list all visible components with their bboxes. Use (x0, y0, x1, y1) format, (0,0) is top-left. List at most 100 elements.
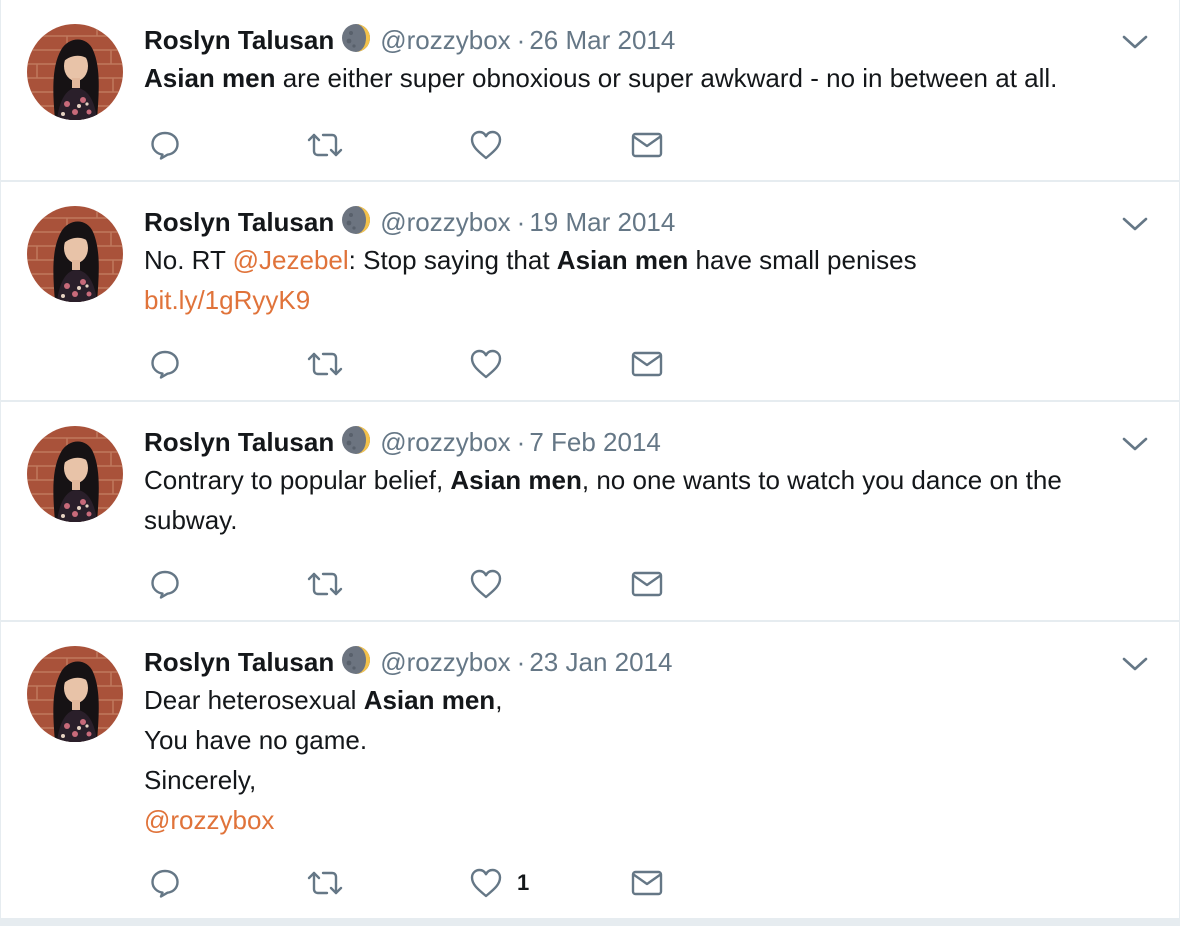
highlighted-text: Asian men (144, 63, 276, 93)
chevron-down-icon[interactable] (1121, 214, 1149, 234)
avatar[interactable] (27, 206, 123, 302)
tweet-actions: 1 (144, 863, 744, 903)
chevron-down-icon[interactable] (1121, 434, 1149, 454)
retweet-icon (306, 348, 344, 380)
tweet-timestamp[interactable]: 23 Jan 2014 (529, 647, 672, 677)
tweet-header: Roslyn Talusan @rozzybox · 26 Mar 2014 (144, 22, 1149, 58)
direct-message-button[interactable] (630, 564, 664, 604)
tweet-content: Roslyn Talusan @rozzybox · 26 Mar 2014 Asia… (144, 22, 1149, 98)
heart-icon (469, 568, 503, 600)
direct-message-button[interactable] (630, 344, 664, 384)
tweet-text: , (495, 685, 503, 715)
tweet-text: have small penises (688, 245, 917, 275)
tweet-timestamp[interactable]: 7 Feb 2014 (529, 427, 661, 457)
tweet-text: subway. (144, 505, 238, 535)
like-button[interactable] (469, 125, 503, 165)
author-handle[interactable]: @rozzybox (380, 207, 510, 237)
tweet-link[interactable]: bit.ly/1gRyyK9 (144, 285, 310, 315)
reply-button[interactable] (149, 863, 181, 903)
tweet-link[interactable]: @rozzybox (144, 805, 274, 835)
reply-bubble-icon (149, 867, 181, 899)
tweet-text: are either super obnoxious or super awkw… (275, 63, 1058, 93)
chevron-down-icon[interactable] (1121, 654, 1149, 674)
direct-message-button[interactable] (630, 863, 664, 903)
tweet-timestamp[interactable]: 19 Mar 2014 (529, 207, 675, 237)
tweet-text: , no one wants to watch you dance on the (581, 465, 1062, 495)
reply-button[interactable] (149, 564, 181, 604)
header-separator: · (516, 207, 526, 237)
reply-bubble-icon (149, 129, 181, 161)
envelope-icon (630, 348, 664, 380)
tweet-text: Dear heterosexual (144, 685, 364, 715)
tweet-text: No. RT (144, 245, 233, 275)
highlighted-text: Asian men (363, 685, 496, 715)
tweet-text: : Stop saying that (348, 245, 557, 275)
reply-button[interactable] (149, 125, 181, 165)
tweet-text-line: No. RT @Jezebel: Stop saying that Asian … (144, 240, 1149, 280)
envelope-icon (630, 867, 664, 899)
heart-icon (469, 867, 503, 899)
retweet-icon (306, 129, 344, 161)
crescent-moon-icon (340, 644, 372, 676)
envelope-icon (630, 129, 664, 161)
crescent-moon-icon (340, 204, 372, 236)
like-button[interactable] (469, 344, 503, 384)
retweet-icon (306, 568, 344, 600)
timeline-bottom-divider (1, 920, 1179, 926)
tweet-content: Roslyn Talusan @rozzybox · 23 Jan 2014 Dear… (144, 644, 1149, 840)
crescent-moon-icon (340, 22, 372, 54)
tweet-text-line: Contrary to popular belief, Asian men, n… (144, 460, 1149, 500)
heart-icon (469, 348, 503, 380)
tweet-text-line: You have no game. (144, 720, 1149, 760)
crescent-moon-icon (340, 424, 372, 456)
reply-button[interactable] (149, 344, 181, 384)
like-count: 1 (517, 870, 530, 895)
like-button[interactable] (469, 564, 503, 604)
tweet-text-line: Asian men are either super obnoxious or … (144, 58, 1149, 98)
reply-bubble-icon (149, 348, 181, 380)
like-button[interactable]: 1 (469, 863, 529, 903)
retweet-icon (306, 867, 344, 899)
header-separator: · (516, 427, 526, 457)
tweet-link[interactable]: @Jezebel (233, 245, 349, 275)
heart-icon (469, 129, 503, 161)
direct-message-button[interactable] (630, 125, 664, 165)
header-separator: · (516, 647, 526, 677)
tweet-content: Roslyn Talusan @rozzybox · 7 Feb 2014 Contr… (144, 424, 1149, 540)
author-handle[interactable]: @rozzybox (380, 25, 510, 55)
header-separator: · (516, 25, 526, 55)
highlighted-text: Asian men (556, 245, 689, 275)
tweet-header: Roslyn Talusan @rozzybox · 7 Feb 2014 (144, 424, 1149, 460)
avatar[interactable] (27, 426, 123, 522)
author-name[interactable]: Roslyn Talusan (144, 207, 334, 237)
retweet-button[interactable] (306, 564, 344, 604)
author-handle[interactable]: @rozzybox (380, 427, 510, 457)
author-name[interactable]: Roslyn Talusan (144, 427, 334, 457)
tweet-actions (144, 125, 744, 165)
tweet-actions (144, 344, 744, 384)
reply-bubble-icon (149, 568, 181, 600)
retweet-button[interactable] (306, 125, 344, 165)
chevron-down-icon[interactable] (1121, 32, 1149, 52)
author-handle[interactable]: @rozzybox (380, 647, 510, 677)
tweet-text-line: bit.ly/1gRyyK9 (144, 280, 1149, 320)
tweet-content: Roslyn Talusan @rozzybox · 19 Mar 2014 No. … (144, 204, 1149, 320)
tweet-text-line: subway. (144, 500, 1149, 540)
tweet-text-line: Dear heterosexual Asian men, (144, 680, 1149, 720)
retweet-button[interactable] (306, 344, 344, 384)
tweet-timeline: Roslyn Talusan @rozzybox · 26 Mar 2014 Asia… (0, 0, 1180, 926)
tweet-header: Roslyn Talusan @rozzybox · 23 Jan 2014 (144, 644, 1149, 680)
author-name[interactable]: Roslyn Talusan (144, 647, 334, 677)
avatar[interactable] (27, 24, 123, 120)
avatar[interactable] (27, 646, 123, 742)
tweet-text: Contrary to popular belief, (144, 465, 451, 495)
author-name[interactable]: Roslyn Talusan (144, 25, 334, 55)
highlighted-text: Asian men (450, 465, 582, 495)
retweet-button[interactable] (306, 863, 344, 903)
tweet-actions (144, 564, 744, 604)
tweet-timestamp[interactable]: 26 Mar 2014 (529, 25, 675, 55)
tweet-text-line: Sincerely, (144, 760, 1149, 800)
envelope-icon (630, 568, 664, 600)
tweet-text: Sincerely, (144, 765, 257, 795)
tweet-text: You have no game. (144, 725, 368, 755)
